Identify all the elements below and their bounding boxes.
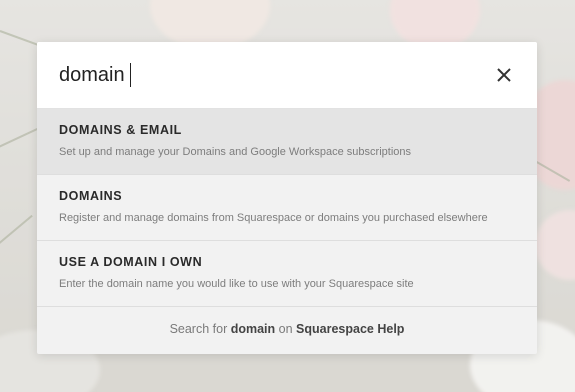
text-caret: [130, 63, 131, 87]
help-search-footer[interactable]: Search for domain on Squarespace Help: [37, 307, 537, 354]
search-result-domains-and-email[interactable]: DOMAINS & EMAIL Set up and manage your D…: [37, 109, 537, 175]
close-icon[interactable]: [495, 66, 513, 84]
search-result-use-a-domain-i-own[interactable]: USE A DOMAIN I OWN Enter the domain name…: [37, 241, 537, 307]
background-backdrop: DOMAINS & EMAIL Set up and manage your D…: [0, 0, 575, 392]
search-modal: DOMAINS & EMAIL Set up and manage your D…: [37, 42, 537, 354]
squarespace-help-link[interactable]: Squarespace Help: [296, 322, 404, 336]
search-result-domains[interactable]: DOMAINS Register and manage domains from…: [37, 175, 537, 241]
footer-query: domain: [230, 322, 276, 336]
footer-middle: on: [278, 322, 293, 336]
result-description: Set up and manage your Domains and Googl…: [59, 146, 411, 158]
result-title: USE A DOMAIN I OWN: [59, 255, 203, 269]
result-title: DOMAINS: [59, 189, 123, 203]
result-description: Register and manage domains from Squares…: [59, 212, 488, 224]
search-results-list: DOMAINS & EMAIL Set up and manage your D…: [37, 109, 537, 307]
result-description: Enter the domain name you would like to …: [59, 278, 414, 290]
search-bar: [37, 42, 537, 109]
result-title: DOMAINS & EMAIL: [59, 123, 182, 137]
footer-prefix: Search for: [169, 322, 228, 336]
search-input[interactable]: [59, 62, 479, 88]
